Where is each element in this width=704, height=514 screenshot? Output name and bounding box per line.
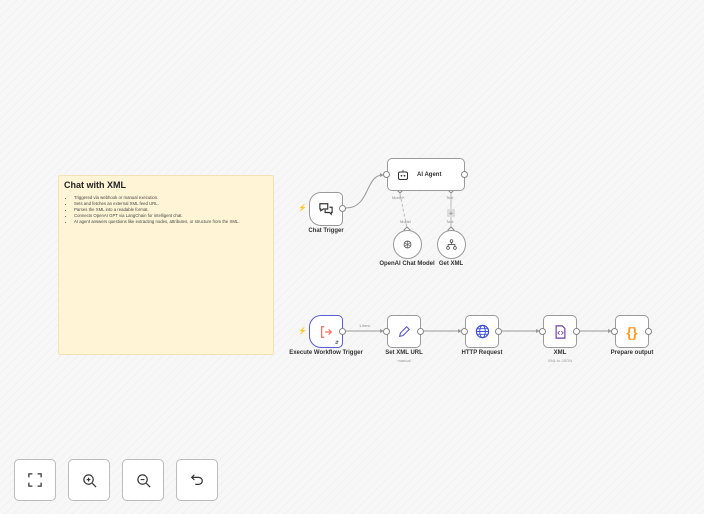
node-xml[interactable] (543, 315, 577, 348)
trigger-bolt-icon: ⚡ (298, 326, 307, 335)
sign-in-icon (321, 325, 333, 338)
connections: + ⚡ ⚡ (298, 173, 612, 335)
node-chat-trigger[interactable] (309, 192, 343, 226)
node-label: Prepare output (610, 350, 654, 356)
pin-icon: ⇵ (334, 340, 339, 346)
globe-icon (475, 324, 489, 339)
node-execute-workflow-trigger[interactable]: ⇵ (309, 315, 343, 348)
workflow-icon (446, 239, 457, 250)
svg-text:+: + (449, 211, 453, 218)
braces-icon: {} (626, 323, 638, 340)
undo-icon (190, 474, 203, 485)
edge-item-count: 1 item (359, 323, 370, 328)
chat-icon (319, 203, 333, 216)
fit-view-icon (28, 473, 42, 487)
node-label: AI Agent (417, 171, 442, 178)
pencil-icon (398, 325, 411, 337)
node-get-xml[interactable] (437, 230, 466, 259)
openai-icon (403, 240, 412, 249)
node-prepare-output[interactable]: {} (615, 315, 649, 348)
node-ai-agent[interactable]: AI Agent (387, 158, 465, 191)
trigger-bolt-icon: ⚡ (298, 203, 307, 212)
port-label-tool-in: Tool (446, 219, 454, 224)
node-label: HTTP Request (461, 350, 503, 356)
node-label: Set XML URL (385, 350, 423, 356)
code-file-icon (555, 324, 565, 339)
fit-view-button[interactable] (14, 459, 56, 501)
node-subtitle: XML to JSON (547, 358, 573, 363)
zoom-in-icon (82, 473, 96, 487)
edge-chat-agent (345, 174, 384, 209)
node-subtitle: manual (397, 358, 411, 363)
node-openai-chat-model[interactable] (393, 230, 422, 259)
zoom-out-icon (136, 473, 150, 487)
robot-icon (397, 169, 409, 180)
port-label-tool: Tool (446, 195, 454, 200)
node-label: Chat Trigger (308, 228, 344, 234)
zoom-in-button[interactable] (68, 459, 110, 501)
node-label: Execute Workflow Trigger (289, 350, 363, 356)
zoom-out-button[interactable] (122, 459, 164, 501)
port-label-model-in: Model (400, 219, 411, 224)
node-http-request[interactable] (465, 315, 499, 348)
undo-button[interactable] (176, 459, 218, 501)
node-set-xml-url[interactable] (387, 315, 421, 348)
port-label-model: Model* (392, 195, 405, 200)
node-label: Get XML (438, 261, 464, 267)
